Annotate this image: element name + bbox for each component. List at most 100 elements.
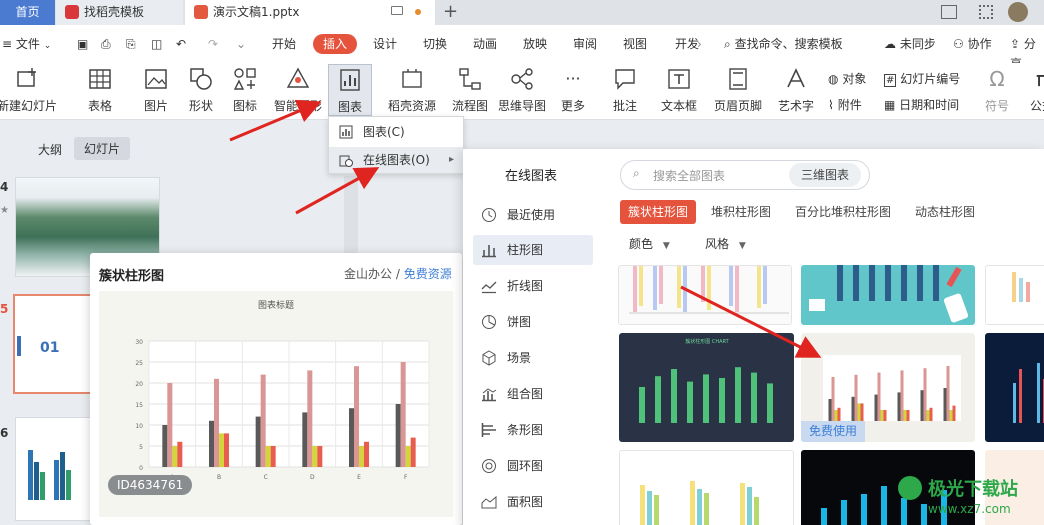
preview-free-link[interactable]: 免费资源	[404, 267, 452, 281]
bar	[302, 412, 308, 467]
image-button[interactable]: 图片	[136, 67, 176, 114]
wordart-button[interactable]: 艺术字	[770, 67, 822, 114]
menu-insert[interactable]: 插入	[313, 34, 358, 54]
mindmap-button[interactable]: 思维导图	[496, 67, 548, 114]
icon-button[interactable]: 图标	[225, 67, 265, 114]
symbol-button[interactable]: Ω 符号	[977, 67, 1017, 114]
new-tab-icon[interactable]: +	[443, 1, 458, 23]
header-footer-button[interactable]: 页眉页脚	[712, 67, 764, 114]
menu-slideshow[interactable]: 放映	[523, 34, 547, 54]
save-icon[interactable]: ▣	[77, 34, 88, 54]
slide-number-button[interactable]: # 幻灯片编号	[884, 70, 960, 87]
category-column[interactable]: 柱形图	[473, 235, 593, 265]
menu-design[interactable]: 设计	[373, 34, 397, 54]
color-filter[interactable]: 颜色 ▼	[629, 235, 670, 252]
bar	[395, 404, 401, 467]
bar	[364, 441, 369, 467]
filter-tab-clustered[interactable]: 簇状柱形图	[620, 200, 697, 224]
category-recent[interactable]: 最近使用	[473, 200, 593, 230]
watermark: 极光下载站 www.xz7.com	[898, 472, 1042, 522]
window-layout-icon[interactable]	[941, 5, 957, 19]
category-doughnut[interactable]: 圆环图	[473, 451, 593, 481]
filter-tab-percent-stacked[interactable]: 百分比堆积柱形图	[795, 200, 891, 224]
monitor-icon[interactable]	[391, 6, 403, 15]
chevron-right-icon[interactable]: ›	[697, 34, 702, 54]
print-icon[interactable]: ⎘	[126, 34, 136, 54]
file-menu[interactable]: ≡ 文件 ⌄	[2, 34, 51, 54]
redo-icon[interactable]: ↷	[208, 34, 218, 54]
grid-apps-icon[interactable]	[979, 5, 993, 19]
avatar[interactable]	[1008, 2, 1028, 22]
template-card[interactable]	[985, 265, 1044, 325]
filter-tab-dynamic[interactable]: 动态柱形图	[915, 200, 975, 224]
menu-transition[interactable]: 切换	[423, 34, 447, 54]
color-filter-label: 颜色	[629, 237, 654, 251]
smartart-button[interactable]: 智能图形	[272, 67, 324, 114]
docer-logo-icon	[65, 5, 79, 19]
share-button[interactable]: ⇪ 分享	[1010, 34, 1044, 71]
datetime-button[interactable]: ▦ 日期和时间	[884, 96, 959, 113]
category-line[interactable]: 折线图	[473, 271, 593, 301]
ppt-file-icon	[194, 5, 208, 19]
object-button[interactable]: ◍ 对象	[828, 70, 866, 87]
flowchart-button[interactable]: 流程图	[448, 67, 492, 114]
menu-review[interactable]: 审阅	[573, 34, 597, 54]
category-combo[interactable]: 组合图	[473, 379, 593, 409]
table-button[interactable]: 表格	[80, 67, 120, 114]
category-pie[interactable]: 饼图	[473, 307, 593, 337]
slide-number-5: 5	[0, 302, 9, 316]
more-quick-icon[interactable]: ⌄	[236, 34, 246, 54]
template-card[interactable]	[618, 265, 792, 325]
template-card[interactable]: 簇状柱形图 CHART	[619, 333, 794, 442]
tab-outline[interactable]: 大纲	[38, 141, 62, 158]
filter-tab-stacked[interactable]: 堆积柱形图	[711, 200, 771, 224]
menu-view[interactable]: 视图	[623, 34, 647, 54]
preview-source: 金山办公 / 免费资源	[344, 265, 452, 282]
object-icon: ◍	[828, 72, 839, 86]
tab-presentation[interactable]: 演示文稿1.pptx	[185, 0, 435, 25]
chart-button[interactable]: 图表	[328, 64, 372, 116]
textbox-icon	[668, 69, 690, 89]
template-card[interactable]	[619, 450, 794, 525]
template-card[interactable]	[985, 333, 1044, 442]
command-search[interactable]: ⌕ 查找命令、搜索模板	[724, 34, 843, 54]
object-label: 对象	[842, 72, 867, 86]
menu-developer[interactable]: 开发	[675, 34, 699, 54]
three-d-chart-button[interactable]: 三维图表	[789, 163, 862, 187]
preview-id-badge: ID4634761	[108, 475, 193, 495]
tab-find-template[interactable]: 找稻壳模板	[56, 0, 183, 25]
category-scene[interactable]: 场景	[473, 343, 593, 373]
template-thumbnail-light-bars	[1012, 272, 1030, 302]
bar	[405, 446, 411, 467]
comment-button[interactable]: 批注	[605, 67, 645, 114]
thumb-bar	[883, 410, 887, 421]
menu-item-chart[interactable]: 图表(C)	[329, 119, 463, 145]
menu-item-online-chart[interactable]: 在线图表(O) ▸	[329, 147, 463, 173]
style-filter[interactable]: 风格 ▼	[705, 235, 746, 252]
template-card-selected[interactable]: 免费使用	[801, 333, 975, 442]
dark-card-title: 簇状柱形图 CHART	[685, 338, 729, 345]
template-card[interactable]	[801, 265, 975, 325]
chart-search-box[interactable]: ⌕ 搜索全部图表 三维图表	[620, 160, 870, 190]
category-area[interactable]: 面积图	[473, 487, 593, 517]
print-preview-icon[interactable]: ◫	[151, 34, 162, 54]
menu-start[interactable]: 开始	[272, 34, 296, 54]
undo-icon[interactable]: ↶	[176, 34, 186, 54]
textbox-button[interactable]: 文本框	[655, 67, 703, 114]
export-pdf-icon[interactable]: ⎙	[101, 34, 111, 54]
tab-home[interactable]: 首页	[0, 0, 55, 25]
slide5-accent	[17, 336, 21, 356]
menu-animation[interactable]: 动画	[473, 34, 497, 54]
attachment-button[interactable]: ⌇ 附件	[828, 96, 862, 113]
shape-button[interactable]: 形状	[181, 67, 221, 114]
chart-search-placeholder[interactable]: 搜索全部图表	[653, 167, 725, 184]
sync-status[interactable]: ☁ 未同步	[884, 34, 936, 54]
tab-slides[interactable]: 幻灯片	[74, 137, 131, 160]
new-slide-button[interactable]: 新建幻灯片	[0, 67, 62, 114]
bar	[265, 446, 271, 467]
more-button[interactable]: ··· 更多	[553, 67, 593, 114]
shell-resource-button[interactable]: 稻壳资源	[386, 67, 438, 114]
collab-button[interactable]: ⚇ 协作	[953, 34, 992, 54]
category-bar[interactable]: 条形图	[473, 415, 593, 445]
formula-button[interactable]: π 公式	[1022, 67, 1044, 114]
